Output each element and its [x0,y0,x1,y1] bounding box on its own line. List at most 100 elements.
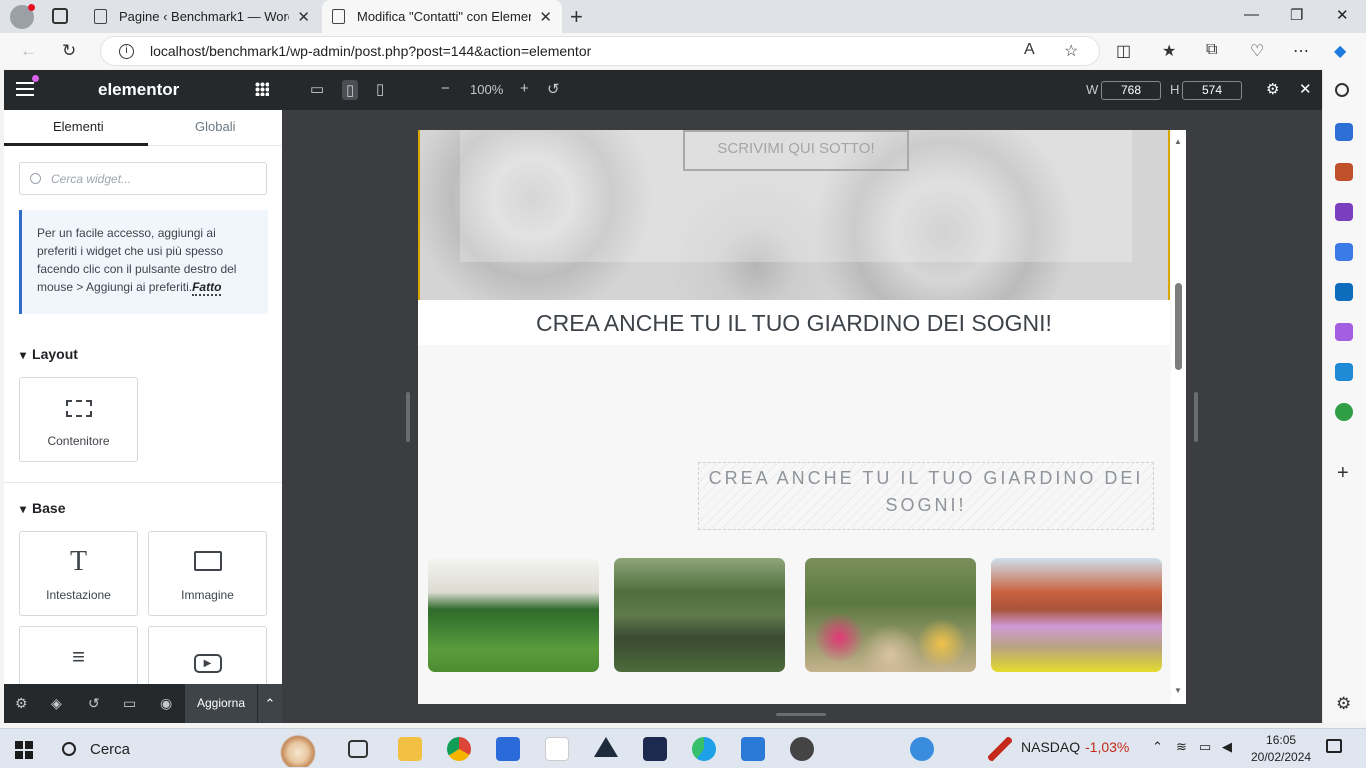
preview-eye-icon[interactable]: ◉ [160,695,172,712]
file-explorer-icon[interactable] [398,737,422,761]
browser-tab-elementor[interactable]: Modifica "Contatti" con Elementor ✕ [322,0,562,33]
navigator-layers-icon[interactable]: ◈ [51,695,62,712]
tab-actions-icon[interactable] [52,8,68,24]
wifi-icon[interactable]: ≋ [1176,739,1187,755]
amazon-icon[interactable] [545,737,569,761]
chrome-icon[interactable] [447,737,471,761]
widget-search-input[interactable]: Cerca widget... [19,162,267,195]
site-info-icon[interactable]: i [119,43,134,59]
ticker-name[interactable]: NASDAQ [1021,739,1080,755]
edge-icon[interactable] [692,737,716,761]
tag-icon[interactable] [1335,123,1353,141]
address-bar[interactable]: i localhost/benchmark1/wp-admin/post.php… [100,36,1100,66]
profile-avatar-icon[interactable] [10,4,35,29]
section-base-toggle[interactable]: Base [20,500,65,516]
copilot-icon[interactable]: ◆ [1334,41,1346,61]
system-clock[interactable]: 16:05 20/02/2024 [1251,732,1311,766]
restore-icon[interactable]: ❐ [1290,6,1303,24]
split-screen-icon[interactable]: ◫ [1116,41,1131,61]
new-tab-icon[interactable]: + [570,4,583,30]
page-preview: SCRIVIMI QUI SOTTO! CREA ANCHE TU IL TUO… [418,130,1186,704]
section-layout-toggle[interactable]: Layout [20,346,78,362]
scroll-up-icon[interactable]: ▲ [1174,137,1182,146]
refresh-icon[interactable]: ↻ [62,41,76,61]
zoom-level: 100% [470,82,504,97]
github-icon[interactable] [790,737,814,761]
mobile-device-icon[interactable]: ▯ [376,80,384,98]
browser-tab-pagine[interactable]: Pagine ‹ Benchmark1 — WordPress ✕ [84,0,320,33]
powershell-icon[interactable] [643,737,667,761]
task-view-icon[interactable] [348,740,368,758]
responsive-mode-icon[interactable]: ▭ [123,695,136,712]
birthday-cake-icon[interactable] [277,731,319,767]
ticker-change[interactable]: -1,03% [1085,739,1129,755]
bottom-resize-handle[interactable] [776,713,826,716]
garden-image-4[interactable] [991,558,1162,672]
tablet-device-icon[interactable]: ▯ [342,80,359,100]
reset-zoom-icon[interactable]: ↺ [547,80,560,98]
close-tab-icon[interactable]: ✕ [297,8,310,26]
more-menu-icon[interactable]: ⋯ [1293,41,1309,61]
store-icon[interactable] [496,737,520,761]
scrollbar-thumb[interactable] [1175,283,1182,370]
height-input[interactable]: 574 [1182,81,1242,100]
tab-globali[interactable]: Globali [195,119,235,134]
read-aloud-icon[interactable]: A [1024,41,1035,59]
favorite-star-icon[interactable]: ☆ [1064,41,1078,61]
hamburger-menu-icon[interactable] [16,82,34,96]
microsoft365-icon[interactable] [1335,243,1353,261]
close-tab-icon[interactable]: ✕ [539,8,552,26]
minimize-icon[interactable]: — [1244,6,1259,23]
page-headline[interactable]: CREA ANCHE TU IL TUO GIARDINO DEI SOGNI! [418,300,1170,345]
garden-image-1[interactable] [428,558,599,672]
favorites-icon[interactable]: ★ [1162,41,1176,61]
close-preview-icon[interactable]: ✕ [1299,80,1312,98]
tree-icon[interactable] [1335,403,1353,421]
help-icon[interactable] [910,737,934,761]
start-windows-icon[interactable] [15,741,33,759]
left-resize-handle[interactable] [406,392,410,442]
hero-button[interactable]: SCRIVIMI QUI SOTTO! [683,130,909,171]
widget-contenitore[interactable]: Contenitore [19,377,138,462]
search-icon[interactable] [1335,83,1349,97]
designer-icon[interactable] [1335,323,1353,341]
width-input[interactable]: 768 [1101,81,1161,100]
tools-icon[interactable] [1335,163,1353,181]
send-icon[interactable] [1335,363,1353,381]
preview-scrollbar[interactable]: ▲ ▼ [1171,130,1186,704]
dropbox-icon[interactable] [594,737,618,757]
garden-image-3[interactable] [805,558,976,672]
elementor-logo: elementor [98,80,180,99]
tip-dismiss-link[interactable]: Fatto [192,280,222,296]
back-icon[interactable]: ← [20,41,37,61]
settings-gear-icon[interactable]: ⚙ [15,695,28,712]
settings-gear-icon[interactable]: ⚙ [1266,80,1279,98]
tab-elementi[interactable]: Elementi [53,119,104,134]
right-resize-handle[interactable] [1194,392,1198,442]
games-icon[interactable] [1335,203,1353,221]
widget-immagine[interactable]: Immagine [148,531,267,616]
desktop-device-icon[interactable]: ▭ [310,80,324,98]
collections-icon[interactable]: ⧉ [1206,41,1217,59]
zoom-in-icon[interactable]: + [520,80,529,97]
scroll-down-icon[interactable]: ▼ [1174,686,1182,695]
widgets-grid-icon[interactable] [255,82,269,96]
widget-intestazione[interactable]: T Intestazione [19,531,138,616]
close-window-icon[interactable]: ✕ [1336,6,1349,24]
battery-icon[interactable]: ▭ [1199,739,1211,755]
placeholder-heading[interactable]: CREA ANCHE TU IL TUO GIARDINO DEI SOGNI! [698,462,1154,530]
hero-sunflower-section[interactable]: SCRIVIMI QUI SOTTO! [418,130,1170,300]
outlook-icon[interactable] [1335,283,1353,301]
browser-essentials-icon[interactable]: ♡ [1250,41,1264,61]
update-options-chevron-up-icon[interactable]: ⌃ [257,684,282,723]
add-icon[interactable]: + [1337,462,1349,485]
zoom-out-icon[interactable]: − [441,80,450,97]
volume-icon[interactable]: ◀ [1222,739,1232,755]
history-icon[interactable]: ↺ [88,695,100,712]
settings-gear-icon[interactable]: ⚙ [1336,694,1351,714]
chevron-up-icon[interactable]: ⌃ [1152,739,1163,755]
update-button[interactable]: Aggiorna [185,684,257,723]
mail-icon[interactable] [741,737,765,761]
notifications-icon[interactable] [1326,739,1342,753]
garden-image-2[interactable] [614,558,785,672]
